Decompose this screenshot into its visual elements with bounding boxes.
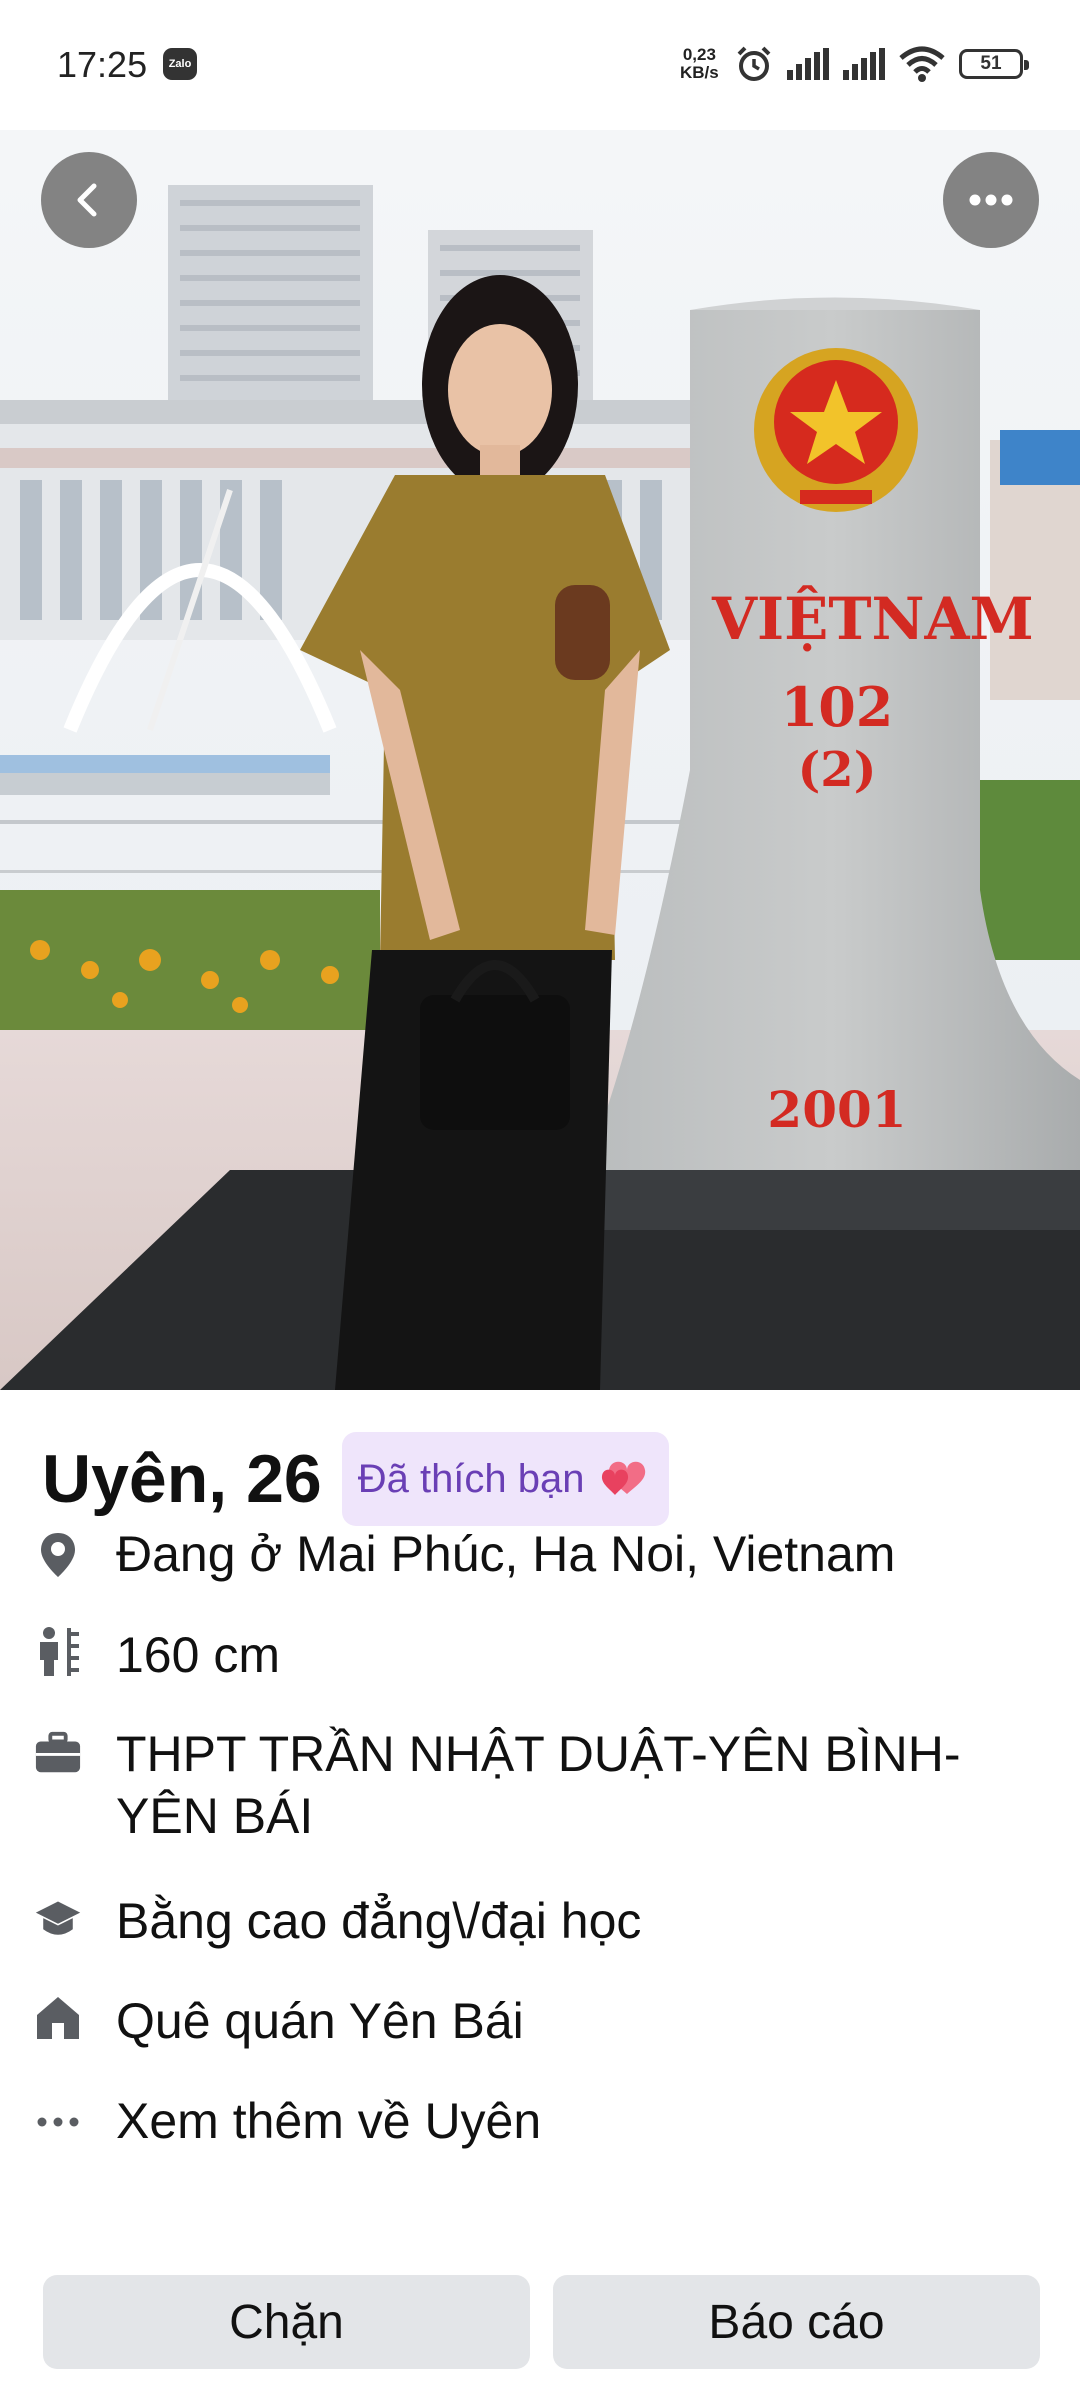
more-options-button[interactable] <box>943 152 1039 248</box>
hometown-text: Quê quán Yên Bái <box>116 1993 524 2049</box>
education-text: Bằng cao đẳng\/đại học <box>116 1893 642 1949</box>
action-buttons: Chặn Báo cáo <box>43 2275 1040 2369</box>
stone-sub-text: (2) <box>797 742 877 798</box>
location-text: Đang ở Mai Phúc, Ha Noi, Vietnam <box>116 1526 896 1582</box>
location-pin-icon <box>34 1531 82 1579</box>
two-hearts-icon <box>601 1461 645 1495</box>
liked-you-text: Đã thích bạn <box>357 1456 585 1501</box>
wifi-icon <box>899 46 945 82</box>
briefcase-icon <box>34 1729 82 1777</box>
network-speed-unit: KB/s <box>680 63 719 82</box>
signal-icon-2 <box>843 48 885 80</box>
stone-year-text: 2001 <box>767 1080 907 1139</box>
network-speed: 0,23 KB/s <box>680 46 719 82</box>
status-time: 17:25 <box>57 44 148 85</box>
height-ruler-icon <box>34 1627 82 1676</box>
profile-info: Uyên, 26 Đã thích bạn Đang ở Mai Phúc, H… <box>0 1390 1080 2400</box>
photo-scene <box>0 130 1080 1390</box>
stone-country-text: VIỆTNAM <box>712 585 1034 653</box>
signal-icon <box>787 48 829 80</box>
more-dots-icon <box>969 194 1013 206</box>
liked-you-badge: Đã thích bạn <box>341 1432 669 1526</box>
zalo-notification-icon: Zalo <box>163 48 197 80</box>
status-icons: 51 <box>735 44 1029 84</box>
profile-name-age: Uyên, 26 <box>42 1441 322 1517</box>
stone-number-text: 102 <box>780 675 894 739</box>
school-text: THPT TRẦN NHẬT DUẬT-YÊN BÌNH-YÊN BÁI <box>116 1726 961 1844</box>
see-more-text[interactable]: Xem thêm về Uyên <box>116 2090 1016 2152</box>
profile-photo[interactable]: VIỆTNAM 102 (2) 2001 <box>0 130 1080 1390</box>
height-text: 160 cm <box>116 1627 280 1683</box>
network-speed-value: 0,23 <box>682 45 716 64</box>
battery-indicator: 51 <box>959 49 1029 79</box>
status-bar: 17:25 Zalo 0,23 KB/s 51 <box>0 0 1080 130</box>
block-button[interactable]: Chặn <box>43 2275 530 2369</box>
more-horizontal-icon <box>34 2098 82 2146</box>
chevron-left-icon <box>77 183 97 217</box>
report-button[interactable]: Báo cáo <box>553 2275 1040 2369</box>
name-row: Uyên, 26 Đã thích bạn <box>42 1432 669 1526</box>
graduation-cap-icon <box>34 1896 82 1944</box>
back-button[interactable] <box>41 152 137 248</box>
home-icon <box>34 1994 82 2042</box>
alarm-icon <box>737 46 771 81</box>
